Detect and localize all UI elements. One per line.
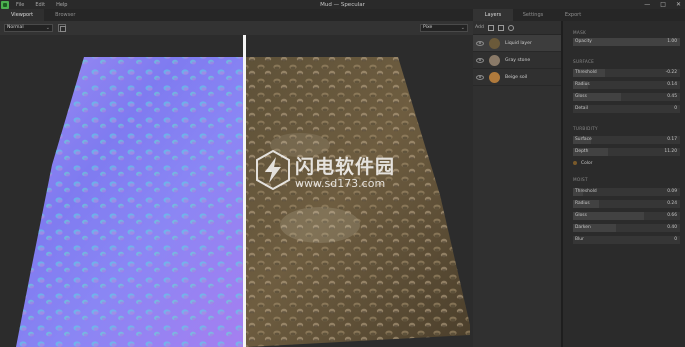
window-controls: — □ ✕ <box>644 1 681 8</box>
folder-icon[interactable] <box>497 24 504 31</box>
property-value: 0.24 <box>667 201 677 206</box>
property-label: Opacity <box>575 39 592 44</box>
color-label: Color <box>581 160 593 166</box>
mask-icon[interactable] <box>507 24 514 31</box>
moist-radius-slider[interactable]: Radius 0.24 <box>573 200 680 208</box>
maximize-icon[interactable]: □ <box>660 1 666 8</box>
tab-browser[interactable]: Browser <box>44 9 86 21</box>
color-swatch[interactable] <box>573 161 577 165</box>
property-value: 0.09 <box>667 189 677 194</box>
property-label: Darken <box>575 225 591 230</box>
close-icon[interactable]: ✕ <box>676 1 681 8</box>
inspector-panel: MASK Opacity 1.00 SURFACE Threshold -0.2… <box>563 21 685 347</box>
layer-thumbnail <box>489 71 500 83</box>
menu-bar: File Edit Help <box>16 2 67 8</box>
detail-slider[interactable]: Detail 0 <box>573 105 680 113</box>
chevron-down-icon: ⌄ <box>45 25 50 31</box>
gloss-slider[interactable]: Gloss 0.45 <box>573 93 680 101</box>
property-label: Gloss <box>575 94 587 99</box>
layer-item[interactable]: Beige soil <box>473 69 561 86</box>
property-value: 11.20 <box>664 149 677 154</box>
preview-value: Pixe <box>423 25 433 30</box>
moist-darken-slider[interactable]: Darken 0.40 <box>573 224 680 232</box>
opacity-slider[interactable]: Opacity 1.00 <box>573 38 680 46</box>
chevron-down-icon: ⌄ <box>460 25 465 31</box>
threshold-slider[interactable]: Threshold -0.22 <box>573 69 680 77</box>
property-value: -0.22 <box>665 70 677 75</box>
menu-file[interactable]: File <box>16 2 24 8</box>
surface-slider[interactable]: Surface 0.17 <box>573 136 680 144</box>
property-value: 0.45 <box>667 94 677 99</box>
eye-icon[interactable] <box>476 74 484 80</box>
window-title: Mud — Specular <box>320 1 365 8</box>
layer-thumbnail <box>489 54 500 66</box>
moist-threshold-slider[interactable]: Threshold 0.09 <box>573 188 680 196</box>
property-label: Threshold <box>575 70 597 75</box>
compare-split-handle[interactable] <box>243 35 246 347</box>
property-label: Radius <box>575 82 590 87</box>
property-label: Surface <box>575 137 592 142</box>
layer-name: Beige soil <box>505 74 528 80</box>
watermark-chinese-text: 闪电软件园 <box>295 156 396 178</box>
app-logo-icon <box>1 0 9 9</box>
tab-viewport[interactable]: Viewport <box>0 9 45 21</box>
minimize-icon[interactable]: — <box>644 1 650 8</box>
property-label: Gloss <box>575 213 587 218</box>
property-label: Threshold <box>575 189 597 194</box>
lightning-logo-icon <box>256 150 290 190</box>
layer-item[interactable]: Liquid layer <box>473 35 561 52</box>
tab-settings[interactable]: Settings <box>513 9 553 21</box>
property-value: 0.66 <box>667 213 677 218</box>
grid-toggle-icon[interactable] <box>58 24 66 32</box>
section-title-mask: MASK <box>573 30 587 35</box>
property-label: Detail <box>575 106 588 111</box>
property-label: Radius <box>575 201 590 206</box>
layers-panel: Add Liquid layer Gray stone Beige soil <box>473 21 562 347</box>
render-mode-value: Normal <box>7 25 24 30</box>
section-title-surface: SURFACE <box>573 59 595 64</box>
menu-edit[interactable]: Edit <box>35 2 45 8</box>
new-layer-icon[interactable] <box>487 24 494 31</box>
property-label: Depth <box>575 149 589 154</box>
layer-thumbnail <box>489 37 500 49</box>
layer-name: Gray stone <box>505 57 531 63</box>
left-tab-strip: Viewport Browser <box>0 9 473 21</box>
section-title-turbidity: TURBIDITY <box>573 126 598 131</box>
eye-icon[interactable] <box>476 40 484 46</box>
watermark-url: www.sd173.com <box>295 177 386 190</box>
title-bar: File Edit Help Mud — Specular — □ ✕ <box>0 0 685 9</box>
preview-select[interactable]: Pixe ⌄ <box>420 24 468 32</box>
viewport-toolbar: Normal ⌄ Pixe ⌄ <box>0 21 473 35</box>
tab-layers[interactable]: Layers <box>473 9 513 21</box>
property-value: 0 <box>674 106 677 111</box>
layers-toolbar: Add <box>473 21 561 35</box>
eye-icon[interactable] <box>476 57 484 63</box>
property-value: 0 <box>674 237 677 242</box>
turbidity-color-picker[interactable]: Color <box>573 159 592 167</box>
property-value: 0.40 <box>667 225 677 230</box>
property-value: 1.00 <box>667 39 677 44</box>
moist-blur-slider[interactable]: Blur 0 <box>573 236 680 244</box>
watermark: 闪电软件园 www.sd173.com <box>256 150 426 198</box>
moist-gloss-slider[interactable]: Gloss 0.66 <box>573 212 680 220</box>
property-label: Blur <box>575 237 584 242</box>
property-value: 0.17 <box>667 137 677 142</box>
menu-help[interactable]: Help <box>56 2 67 8</box>
add-layer-label[interactable]: Add <box>475 25 484 30</box>
layer-name: Liquid layer <box>505 40 532 46</box>
render-mode-select[interactable]: Normal ⌄ <box>4 24 53 32</box>
depth-slider[interactable]: Depth 11.20 <box>573 148 680 156</box>
layer-item[interactable]: Gray stone <box>473 52 561 69</box>
tab-export[interactable]: Export <box>553 9 593 21</box>
property-value: 0.14 <box>667 82 677 87</box>
right-tab-strip: Layers Settings Export <box>473 9 685 21</box>
section-title-moist: MOIST <box>573 177 588 182</box>
radius-slider[interactable]: Radius 0.14 <box>573 81 680 89</box>
